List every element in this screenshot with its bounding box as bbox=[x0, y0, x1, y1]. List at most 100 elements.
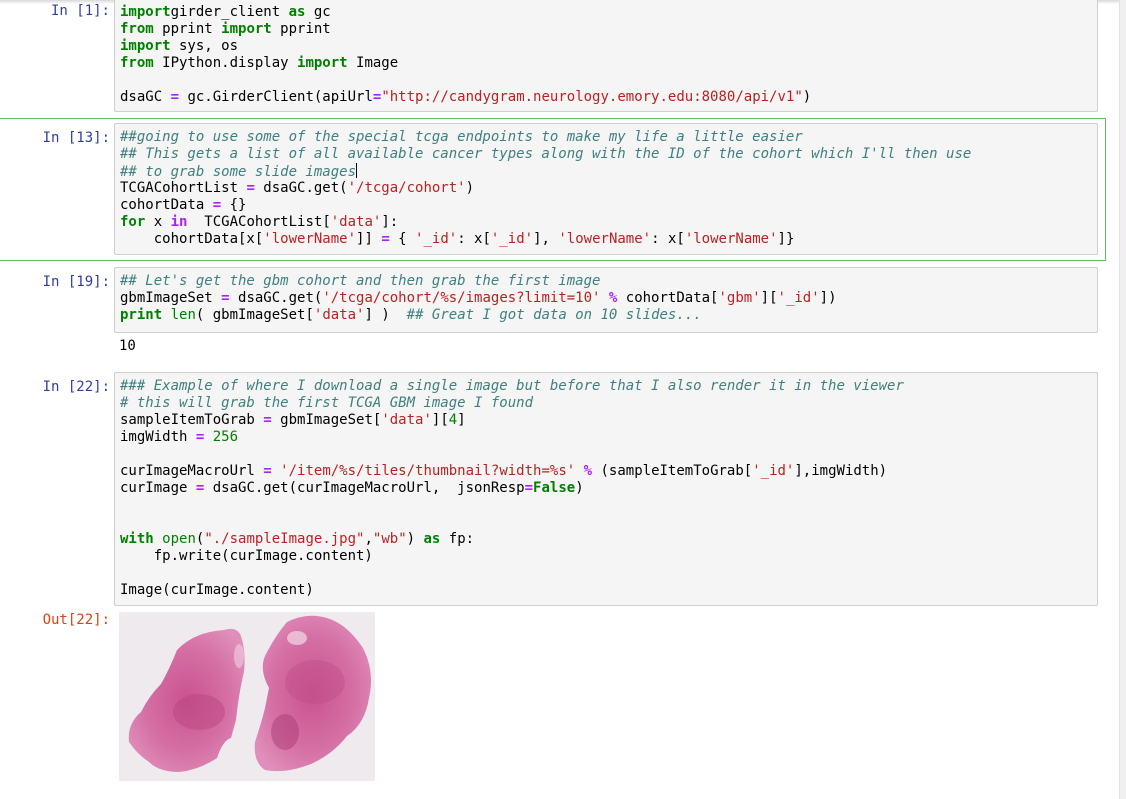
code-line[interactable]: for x in TCGACohortList['data']: bbox=[120, 214, 398, 231]
code-token: gc bbox=[305, 4, 331, 20]
code-token: (sampleItemToGrab[ bbox=[592, 463, 753, 479]
code-token: gbmImageSet bbox=[120, 290, 222, 306]
code-token: '_id' bbox=[490, 231, 534, 247]
code-token: IPython.display bbox=[153, 55, 298, 71]
text-cursor bbox=[356, 163, 358, 178]
code-token: len bbox=[170, 307, 196, 323]
code-token: 'lowerName' bbox=[263, 231, 357, 247]
code-token: 256 bbox=[212, 429, 239, 445]
code-line[interactable]: fp.write(curImage.content) bbox=[120, 548, 373, 565]
code-token: = bbox=[263, 463, 272, 479]
code-token: False bbox=[533, 480, 576, 496]
code-token: '/tcga/cohort/%s/images?limit=10' bbox=[322, 290, 601, 306]
code-token: ]} bbox=[777, 231, 795, 247]
code-line[interactable]: TCGACohortList = dsaGC.get('/tcga/cohort… bbox=[120, 180, 474, 197]
code-line[interactable]: Image(curImage.content) bbox=[120, 582, 314, 599]
code-token: x bbox=[145, 214, 171, 230]
code-line[interactable]: sampleItemToGrab = gbmImageSet['data'][4… bbox=[120, 412, 466, 429]
code-line[interactable]: importgirder_client as gc bbox=[120, 4, 331, 21]
code-token: import bbox=[297, 55, 348, 71]
code-token: = bbox=[221, 290, 230, 306]
code-token: 'data' bbox=[381, 412, 432, 428]
code-token: ], bbox=[533, 231, 559, 247]
output-prompt: Out[22]: bbox=[42, 612, 110, 628]
code-token: ] ) bbox=[364, 307, 407, 323]
code-token: ) bbox=[575, 480, 584, 496]
code-token: print bbox=[120, 307, 163, 323]
code-token: from bbox=[120, 55, 154, 71]
code-token: in bbox=[170, 214, 188, 230]
code-line[interactable]: curImageMacroUrl = '/item/%s/tiles/thumb… bbox=[120, 463, 887, 480]
code-token: from bbox=[120, 21, 154, 37]
code-token: pprint bbox=[153, 21, 222, 37]
code-editor[interactable]: ### Example of where I download a single… bbox=[114, 372, 1098, 606]
code-line[interactable]: with open("./sampleImage.jpg","wb") as f… bbox=[120, 531, 474, 548]
code-token: 'data' bbox=[330, 214, 382, 230]
code-token: "wb" bbox=[372, 531, 407, 547]
code-line[interactable]: curImage = dsaGC.get(curImageMacroUrl, j… bbox=[120, 480, 584, 497]
code-token: fp.write(curImage.content) bbox=[120, 548, 373, 564]
code-token: for bbox=[120, 214, 146, 230]
code-line[interactable]: cohortData[x['lowerName']] = { '_id': x[… bbox=[120, 231, 795, 248]
code-line[interactable]: imgWidth = 256 bbox=[120, 429, 238, 446]
code-token: dsaGC.get(curImageMacroUrl, jsonResp bbox=[204, 480, 525, 496]
code-token: dsaGC bbox=[120, 89, 171, 105]
code-token: 'gbm' bbox=[718, 290, 761, 306]
code-token: ]] bbox=[356, 231, 382, 247]
code-token: ][ bbox=[431, 412, 449, 428]
code-line[interactable]: from pprint import pprint bbox=[120, 21, 331, 38]
code-editor[interactable]: ##going to use some of the special tcga … bbox=[114, 123, 1098, 255]
code-token: Image bbox=[347, 55, 399, 71]
code-token: 4 bbox=[448, 412, 458, 428]
code-line[interactable]: ## to grab some slide images bbox=[120, 163, 358, 180]
code-token: ## This gets a list of all available can… bbox=[120, 146, 972, 162]
code-token: ]) bbox=[819, 290, 837, 306]
code-token: Image(curImage.content) bbox=[120, 582, 314, 598]
code-line[interactable]: ## This gets a list of all available can… bbox=[120, 146, 971, 163]
code-token: = bbox=[381, 231, 390, 247]
code-token: ][ bbox=[760, 290, 778, 306]
code-token: import bbox=[120, 38, 171, 54]
code-editor[interactable]: ## Let's get the gbm cohort and then gra… bbox=[114, 267, 1098, 333]
code-token: 'data' bbox=[313, 307, 365, 323]
code-token: ##going to use some of the special tcga … bbox=[120, 129, 803, 145]
code-token: fp: bbox=[440, 531, 475, 547]
code-line[interactable]: # this will grab the first TCGA GBM imag… bbox=[120, 395, 533, 412]
code-cell-19[interactable]: In [19]: ## Let's get the gbm cohort and… bbox=[0, 266, 1106, 366]
code-token: '/tcga/cohort' bbox=[347, 180, 466, 196]
code-line[interactable]: ##going to use some of the special tcga … bbox=[120, 129, 803, 146]
code-line[interactable]: gbmImageSet = dsaGC.get('/tcga/cohort/%s… bbox=[120, 290, 837, 307]
code-token: dsaGC.get( bbox=[254, 180, 348, 196]
code-token: , bbox=[364, 531, 373, 547]
code-token: { bbox=[389, 231, 416, 247]
code-token: ## Let's get the gbm cohort and then gra… bbox=[120, 273, 601, 289]
code-token: curImageMacroUrl bbox=[120, 463, 264, 479]
code-line[interactable]: ### Example of where I download a single… bbox=[120, 378, 904, 395]
code-token: ( gbmImageSet[ bbox=[195, 307, 314, 323]
code-token: = bbox=[170, 89, 180, 105]
code-editor[interactable]: importgirder_client as gc from pprint imp… bbox=[114, 0, 1098, 112]
code-line[interactable]: cohortData = {} bbox=[120, 197, 246, 214]
code-cell-13[interactable]: In [13]: ##going to use some of the spec… bbox=[0, 118, 1106, 261]
code-line[interactable]: import sys, os bbox=[120, 38, 238, 55]
code-line[interactable]: ## Let's get the gbm cohort and then gra… bbox=[120, 273, 600, 290]
vertical-scrollbar[interactable] bbox=[1119, 0, 1126, 799]
cell-output-text: 10 bbox=[119, 338, 136, 354]
code-token: import bbox=[221, 21, 272, 37]
code-token: ]: bbox=[381, 214, 399, 230]
code-token: pprint bbox=[271, 21, 331, 37]
code-token: '_id' bbox=[752, 463, 795, 479]
code-token: ### Example of where I download a single… bbox=[120, 378, 904, 394]
code-token: import bbox=[120, 4, 171, 20]
code-cell-1[interactable]: In [1]: importgirder_client as gc from pp… bbox=[0, 0, 1106, 113]
code-line[interactable]: print len( gbmImageSet['data'] ) ## Grea… bbox=[120, 307, 702, 324]
code-token: girder_client bbox=[170, 4, 289, 20]
code-token: dsaGC.get( bbox=[229, 290, 323, 306]
code-line[interactable]: from IPython.display import Image bbox=[120, 55, 398, 72]
code-token: open bbox=[162, 531, 196, 547]
code-line[interactable]: dsaGC = gc.GirderClient(apiUrl="http://c… bbox=[120, 89, 811, 106]
